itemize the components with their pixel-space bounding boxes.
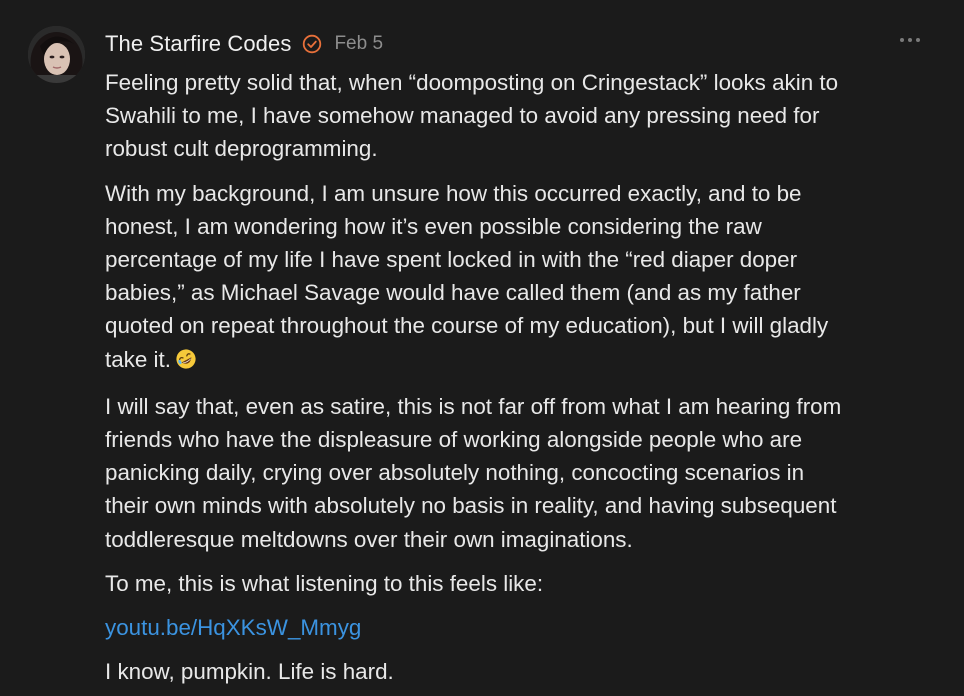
paragraph: With my background, I am unsure how this…	[105, 177, 938, 379]
paragraph: I will say that, even as satire, this is…	[105, 390, 938, 556]
author-name[interactable]: The Starfire Codes	[105, 31, 291, 57]
avatar-image	[28, 26, 85, 83]
text-line: panicking daily, crying over absolutely …	[105, 460, 805, 486]
text-line: Feeling pretty solid that, when “doompos…	[105, 70, 839, 95]
comment-date[interactable]: Feb 5	[334, 33, 383, 55]
text-line: Swahili to me, I have somehow managed to…	[105, 103, 820, 129]
paragraph: To me, this is what listening to this fe…	[105, 567, 938, 600]
text-fragment: take it.	[105, 346, 171, 372]
avatar[interactable]	[28, 26, 85, 83]
text-line: friends who have the displeasure of work…	[105, 427, 803, 453]
paragraph: youtu.be/HqXKsW_Mmyg	[105, 611, 938, 644]
text-line: I will say that, even as satire, this is…	[105, 393, 842, 419]
text-line: quoted on repeat throughout the course o…	[105, 313, 829, 339]
paragraph: Feeling pretty solid that, when “doompos…	[105, 66, 938, 166]
text-line: babies,” as Michael Savage would have ca…	[105, 280, 801, 306]
comment-body: The Starfire Codes Feb 5 Feeling pretty …	[105, 26, 938, 696]
text-line: To me, this is what listening to this fe…	[105, 570, 544, 596]
rolling-on-floor-laughing-emoji	[175, 346, 197, 379]
text-line: percentage of my life I have spent locke…	[105, 247, 798, 273]
text-line: I know, pumpkin. Life is hard.	[105, 659, 394, 685]
comment-header: The Starfire Codes Feb 5	[105, 26, 938, 62]
paragraph: I know, pumpkin. Life is hard.	[105, 655, 938, 688]
ellipsis-icon[interactable]	[900, 34, 920, 46]
youtube-link[interactable]: youtu.be/HqXKsW_Mmyg	[105, 611, 938, 644]
text-line: robust cult deprogramming.	[105, 136, 378, 162]
text-line: toddleresque meltdowns over their own im…	[105, 526, 633, 552]
text-line: take it.	[105, 343, 938, 379]
check-circle-icon	[302, 34, 322, 54]
text-line: their own minds with absolutely no basis…	[105, 493, 837, 519]
text-line: With my background, I am unsure how this…	[105, 180, 802, 206]
text-line: honest, I am wondering how it’s even pos…	[105, 213, 762, 239]
comment-content: Feeling pretty solid that, when “doompos…	[105, 66, 938, 688]
